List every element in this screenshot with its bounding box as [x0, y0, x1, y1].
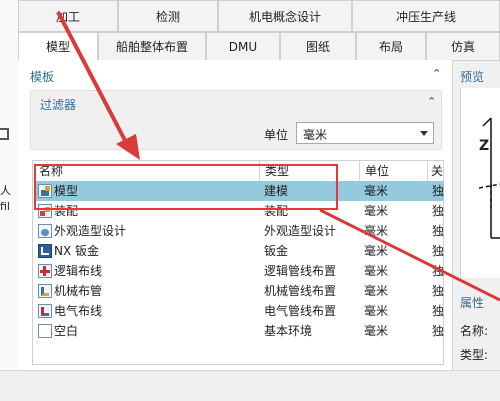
row-extra: 独 — [432, 304, 444, 318]
row-type: 逻辑管线布置 — [264, 264, 337, 278]
chevron-down-icon — [420, 131, 428, 136]
column-header-unit[interactable]: 单位 — [365, 161, 389, 181]
row-extra: 独 — [432, 324, 444, 338]
row-name: 空白 — [54, 324, 79, 338]
axis-triad-icon — [478, 117, 500, 239]
filter-title: 过滤器 — [40, 98, 77, 112]
tab-model[interactable]: 模型 — [18, 32, 98, 61]
sheet-metal-icon — [38, 244, 52, 258]
tab-inspection[interactable]: 检测 — [118, 0, 218, 32]
table-row[interactable]: 逻辑布线 逻辑管线布置 毫米 独 — [34, 261, 444, 281]
tab-ship-arrangement[interactable]: 船舶整体布置 — [98, 32, 206, 61]
row-unit: 毫米 — [364, 264, 389, 278]
sliver-icon — [0, 128, 9, 140]
row-name: 外观造型设计 — [54, 224, 127, 238]
bottom-strip — [0, 370, 500, 401]
table-row[interactable]: 电气布线 电气管线布置 毫米 独 — [34, 301, 444, 321]
properties-name-label: 名称: — [460, 324, 489, 338]
row-extra: 独 — [432, 264, 444, 278]
tab-press-line[interactable]: 冲压生产线 — [352, 0, 500, 32]
row-name: 逻辑布线 — [54, 264, 103, 278]
blank-icon — [38, 324, 52, 338]
preview-canvas: Z — [460, 88, 500, 278]
table-row[interactable]: 机械布管 机械管线布置 毫米 独 — [34, 281, 444, 301]
preview-title: 预览 — [460, 70, 485, 84]
sliver-text-1: 人 — [0, 184, 11, 197]
table-row[interactable]: NX 钣金 钣金 毫米 独 — [34, 241, 444, 261]
row-unit: 毫米 — [364, 284, 389, 298]
row-unit: 毫米 — [364, 204, 389, 218]
properties-title: 属性 — [460, 296, 485, 310]
tab-layout[interactable]: 布局 — [356, 32, 426, 61]
row-unit: 毫米 — [364, 244, 389, 258]
row-type: 钣金 — [264, 244, 289, 258]
row-unit: 毫米 — [364, 304, 389, 318]
row-name: 电气布线 — [54, 304, 103, 318]
row-unit: 毫米 — [364, 324, 389, 338]
row-type: 机械管线布置 — [264, 284, 337, 298]
row-unit: 毫米 — [364, 184, 389, 198]
axis-z-label: Z — [479, 138, 490, 154]
row-unit: 毫米 — [364, 224, 389, 238]
row-type: 电气管线布置 — [264, 304, 337, 318]
row-type: 基本环境 — [264, 324, 313, 338]
row-type: 外观造型设计 — [264, 224, 337, 238]
row-extra: 独 — [432, 204, 444, 218]
templates-collapse-icon[interactable]: ⌃ — [432, 67, 441, 80]
electrical-routing-icon — [38, 304, 52, 318]
sliver-text-2: fil — [0, 200, 10, 213]
row-name: NX 钣金 — [54, 244, 100, 258]
row-extra: 独 — [432, 284, 444, 298]
row-extra: 独 — [432, 224, 444, 238]
logical-routing-icon — [38, 264, 52, 278]
tab-drawing[interactable]: 图纸 — [280, 32, 356, 61]
row-name: 机械布管 — [54, 284, 103, 298]
unit-select-value: 毫米 — [303, 128, 328, 142]
unit-select[interactable]: 毫米 — [296, 122, 434, 144]
tab-simulation[interactable]: 仿真 — [426, 32, 500, 61]
tab-dmu[interactable]: DMU — [206, 32, 280, 61]
filter-collapse-icon[interactable]: ⌃ — [427, 95, 436, 108]
properties-type-label: 类型: — [460, 348, 489, 362]
row-extra: 独 — [432, 244, 444, 258]
table-row[interactable]: 空白 基本环境 毫米 独 — [34, 321, 444, 341]
tab-mechatronics[interactable]: 机电概念设计 — [218, 0, 352, 32]
column-header-extra[interactable]: 关 — [431, 161, 443, 181]
tab-machining[interactable]: 加工 — [18, 0, 118, 32]
shape-studio-icon — [38, 224, 52, 238]
unit-label: 单位 — [264, 128, 289, 142]
mechanical-routing-icon — [38, 284, 52, 298]
templates-title: 模板 — [30, 70, 55, 84]
highlight-box — [34, 164, 338, 210]
table-row[interactable]: 外观造型设计 外观造型设计 毫米 独 — [34, 221, 444, 241]
row-extra: 独 — [432, 184, 444, 198]
